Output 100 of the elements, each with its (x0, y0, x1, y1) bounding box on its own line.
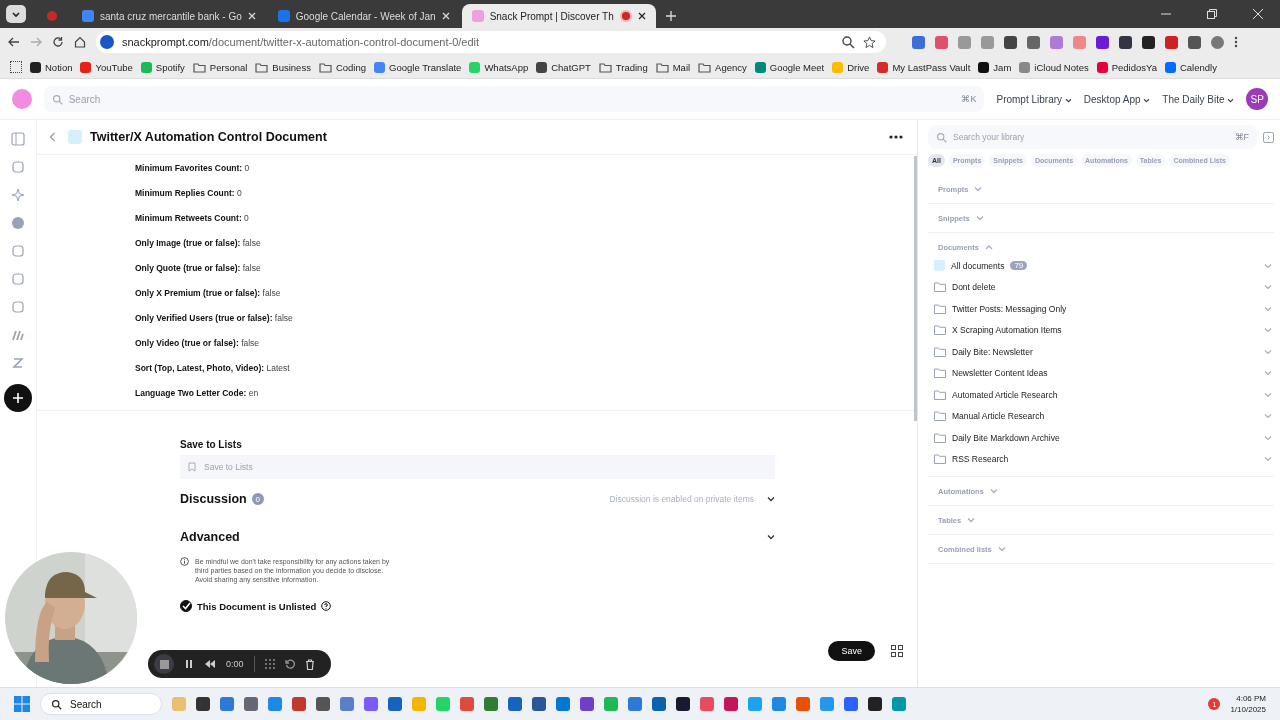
taskbar-search[interactable]: Search (40, 693, 162, 715)
nav-icon[interactable] (11, 328, 25, 342)
app-icon[interactable] (676, 697, 690, 711)
bookmark[interactable]: YouTube (80, 61, 133, 73)
bookmark[interactable]: Business (255, 61, 311, 73)
browser-tab[interactable]: santa cruz mercantile bank - Go (72, 4, 266, 28)
library-item[interactable]: RSS Research (952, 454, 1009, 465)
logo-icon[interactable] (12, 89, 32, 109)
forward-icon[interactable] (30, 36, 42, 48)
app-icon[interactable] (844, 697, 858, 711)
nav-menu[interactable]: Desktop App (1083, 93, 1151, 105)
library-search-field[interactable]: Search your library ⌘F (928, 125, 1257, 149)
more-options-icon[interactable] (889, 135, 903, 139)
app-icon[interactable] (220, 697, 234, 711)
bookmark[interactable]: WhatsApp (469, 61, 529, 73)
new-tab-icon[interactable] (665, 11, 676, 21)
nav-icon[interactable] (11, 300, 25, 314)
library-item[interactable]: Dont delete (952, 282, 996, 293)
pause-icon[interactable] (184, 659, 194, 669)
bookmark[interactable]: Google Meet (754, 61, 825, 73)
bookmark[interactable]: Drive (832, 61, 870, 73)
bookmark[interactable]: Trading (598, 61, 648, 73)
address-bar[interactable]: snackprompt.com/document/twitter-x-automation-control-document-0/edit (96, 31, 886, 53)
extension-icon[interactable] (1004, 35, 1017, 49)
bookmark[interactable]: Calendly (1164, 61, 1217, 73)
bookmark[interactable]: Agency (698, 61, 747, 73)
nav-icon[interactable] (11, 356, 25, 370)
library-item[interactable]: Automated Article Research (952, 389, 1058, 400)
app-icon[interactable] (724, 697, 738, 711)
browser-tab[interactable]: Google Calendar - Week of Jan (267, 4, 460, 28)
tab-search-button[interactable] (6, 5, 26, 23)
home-icon[interactable] (74, 36, 86, 48)
rewind-icon[interactable] (204, 659, 216, 669)
nav-icon[interactable] (11, 160, 25, 174)
bookmark[interactable]: ChatGPT (536, 61, 591, 73)
app-icon[interactable] (628, 697, 642, 711)
nav-icon[interactable] (11, 216, 25, 230)
sidebar-toggle-icon[interactable] (11, 132, 25, 146)
bookmark[interactable]: iCloud Notes (1019, 61, 1089, 73)
app-icon[interactable] (244, 697, 258, 711)
restore-icon[interactable] (1207, 9, 1217, 19)
bookmark[interactable]: Personal (192, 61, 248, 73)
search-field[interactable]: Search ⌘K (43, 86, 985, 112)
library-item[interactable]: X Scraping Automation Items (952, 325, 1062, 336)
app-icon[interactable] (508, 697, 522, 711)
nav-icon[interactable] (11, 244, 25, 258)
nav-icon[interactable] (11, 188, 25, 202)
back-icon[interactable] (8, 36, 20, 48)
bookmark[interactable]: Google Translate (374, 61, 462, 73)
profile-icon[interactable] (1211, 35, 1224, 49)
app-icon[interactable] (340, 697, 354, 711)
browser-tab[interactable]: Snack Prompt | Discover Th (461, 4, 656, 28)
add-button[interactable] (4, 384, 32, 412)
help-icon[interactable] (321, 601, 332, 611)
bookmark[interactable]: Spotify (140, 61, 185, 73)
nav-menu[interactable]: Prompt Library (996, 93, 1072, 105)
app-icon[interactable] (484, 697, 498, 711)
app-icon[interactable] (556, 697, 570, 711)
trash-icon[interactable] (304, 658, 315, 670)
close-icon[interactable] (637, 12, 646, 20)
user-avatar[interactable]: SP (1246, 88, 1268, 110)
chevron-icon[interactable] (767, 534, 775, 540)
app-icon[interactable] (580, 697, 594, 711)
app-icon[interactable] (364, 697, 378, 711)
reload-icon[interactable] (52, 36, 64, 48)
app-icon[interactable] (316, 697, 330, 711)
bookmark[interactable]: Coding (318, 61, 367, 73)
extension-icon[interactable] (1119, 35, 1132, 49)
app-icon[interactable] (196, 697, 210, 711)
bookmark[interactable]: My LastPass Vault (877, 61, 971, 73)
grid-icon[interactable] (891, 645, 903, 657)
app-icon[interactable] (868, 697, 882, 711)
stop-button[interactable] (154, 654, 174, 674)
chevron-icon[interactable] (767, 496, 775, 502)
restart-icon[interactable] (284, 659, 295, 669)
library-item[interactable]: All documents (951, 260, 1005, 271)
bookmark[interactable]: Jam (978, 61, 1012, 73)
bookmark[interactable]: Mail (655, 61, 691, 73)
library-item[interactable]: Daily Bite Markdown Archive (952, 432, 1060, 443)
nav-icon[interactable] (11, 272, 25, 286)
library-item[interactable]: Manual Article Research (952, 411, 1045, 422)
apps-icon[interactable] (10, 61, 22, 73)
app-icon[interactable] (292, 697, 306, 711)
app-icon[interactable] (460, 697, 474, 711)
menu-icon[interactable] (1234, 36, 1238, 48)
library-item[interactable]: Daily Bite: Newsletter (952, 346, 1033, 357)
windows-start-icon[interactable] (14, 696, 30, 712)
app-icon[interactable] (532, 697, 546, 711)
save-button[interactable]: Save (828, 641, 875, 661)
library-item[interactable]: Twitter Posts: Messaging Only (952, 303, 1067, 314)
extension-icon[interactable] (1188, 35, 1201, 49)
library-item[interactable]: Newsletter Content Ideas (952, 368, 1048, 379)
app-icon[interactable] (388, 697, 402, 711)
bookmark[interactable]: PedidosYa (1096, 61, 1157, 73)
extension-icon[interactable] (1096, 35, 1109, 49)
collapse-panel-icon[interactable] (1263, 131, 1274, 143)
bookmark[interactable]: Notion (30, 61, 73, 73)
extension-icon[interactable] (1142, 35, 1155, 49)
nav-menu[interactable]: The Daily Bite (1162, 93, 1235, 105)
checkbox[interactable] (180, 600, 192, 612)
